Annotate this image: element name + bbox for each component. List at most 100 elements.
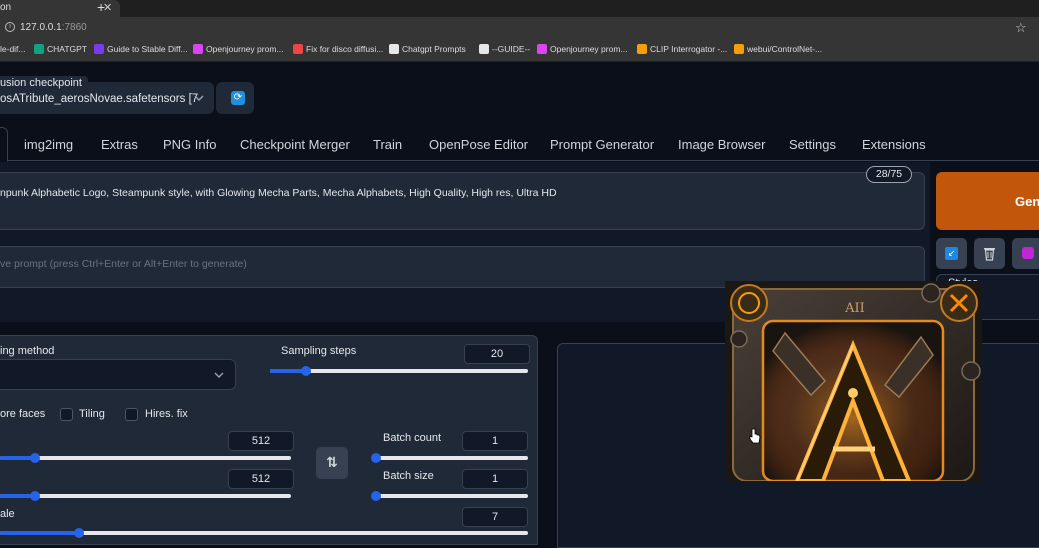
negative-prompt-placeholder: ve prompt (press Ctrl+Enter or Alt+Enter… [0,258,247,270]
tab-image-browser[interactable]: Image Browser [678,137,765,152]
sampling-steps-input[interactable]: 20 [464,344,530,364]
height-slider[interactable] [0,491,291,501]
cfg-scale-slider[interactable] [0,528,528,538]
style-button[interactable] [1012,238,1039,269]
width-slider[interactable] [0,453,291,463]
bookmark-item[interactable]: --GUIDE-- [479,44,530,54]
bookmark-item[interactable]: Openjourney prom... [537,44,627,54]
batch-size-slider[interactable] [371,491,528,501]
generation-settings-panel: ing method Sampling steps 20 ore faces T… [0,335,538,545]
tiling-label: Tiling [79,408,105,420]
prompt-textarea[interactable]: npunk Alphabetic Logo, Steampunk style, … [0,172,925,230]
slider-thumb[interactable] [74,528,84,538]
batch-size-input[interactable]: 1 [462,469,528,489]
hires-fix-checkbox[interactable] [125,408,138,421]
token-counter: 28/75 [866,166,912,183]
new-tab-button[interactable]: + [97,0,105,15]
output-image-text: AII [844,301,865,316]
address-bar[interactable]: i 127.0.0.1:7860 ☆ [0,17,1039,40]
bookmark-item[interactable]: Guide to Stable Diff... [94,44,188,54]
bookmark-label: Chatgpt Prompts [402,44,466,54]
chatgpt-icon [34,44,44,54]
sampling-steps-label: Sampling steps [281,345,357,357]
youtube-icon [293,44,303,54]
sampling-method-dropdown[interactable] [0,359,236,390]
clear-prompt-button[interactable] [974,238,1005,269]
generate-button[interactable]: Gene [936,172,1039,230]
bookmark-item[interactable]: CHATGPT [34,44,87,54]
browser-tab-title: on [0,2,12,13]
address-port: :7860 [61,22,87,33]
style-icon [1022,247,1034,259]
sampling-method-label: ing method [0,345,55,357]
slider-thumb[interactable] [371,453,381,463]
bookmarks-bar: le-dif... CHATGPT Guide to Stable Diff... O… [0,40,1039,62]
tab-img2img[interactable]: img2img [24,137,73,152]
slider-thumb[interactable] [301,366,311,376]
tab-extras[interactable]: Extras [101,137,138,152]
steampunk-logo-image: AII [725,281,982,481]
refresh-icon[interactable]: ⟳ [231,91,245,105]
tab-checkpoint-merger[interactable]: Checkpoint Merger [240,137,350,152]
tiling-checkbox[interactable] [60,408,73,421]
info-icon[interactable]: i [5,22,15,32]
tab-openpose-editor[interactable]: OpenPose Editor [429,137,528,152]
bookmark-label: le-dif... [0,44,26,54]
bookmark-label: CHATGPT [47,44,87,54]
main-tabs: img2img Extras PNG Info Checkpoint Merger Tr… [0,127,1039,162]
bookmark-item[interactable]: le-dif... [0,44,26,54]
bookmark-item[interactable]: CLIP Interrogator -... [637,44,727,54]
bookmark-item[interactable]: Openjourney prom... [193,44,283,54]
cfg-scale-label: ale [0,508,15,520]
huggingface-icon [734,44,744,54]
paste-icon: ↙ [945,247,958,260]
bookmark-item[interactable]: Fix for disco diffusi... [293,44,383,54]
tab-png-info[interactable]: PNG Info [163,137,216,152]
address-host: 127.0.0.1 [20,22,62,33]
restore-faces-label: ore faces [0,408,46,420]
bookmark-label: Guide to Stable Diff... [107,44,188,54]
swap-dimensions-button[interactable]: ⇅ [316,447,348,479]
paste-button[interactable]: ↙ [936,238,967,269]
openjourney-icon [537,44,547,54]
generate-label: Gene [1015,194,1039,209]
mouse-cursor-icon [749,428,761,444]
bookmark-label: CLIP Interrogator -... [650,44,728,54]
batch-size-label: Batch size [383,470,434,482]
slider-thumb[interactable] [30,453,40,463]
address-text[interactable]: 127.0.0.1:7860 [20,22,87,33]
slider-thumb[interactable] [30,491,40,501]
width-input[interactable]: 512 [228,431,294,451]
tab-prompt-generator[interactable]: Prompt Generator [550,137,654,152]
checkpoint-value: osATribute_aerosNovae.safetensors [7 [0,93,199,105]
refresh-checkpoint-container: ⟳ [216,82,254,114]
bookmark-label: --GUIDE-- [492,44,531,54]
batch-count-input[interactable]: 1 [462,431,528,451]
stability-icon [94,44,104,54]
slider-thumb[interactable] [371,491,381,501]
tab-extensions[interactable]: Extensions [862,137,926,152]
hires-fix-label: Hires. fix [145,408,188,420]
bookmark-star-icon[interactable]: ☆ [1015,20,1027,36]
openjourney-icon [193,44,203,54]
bookmark-item[interactable]: Chatgpt Prompts [389,44,466,54]
github-icon [389,44,399,54]
bookmark-label: Openjourney prom... [550,44,628,54]
bookmark-item[interactable]: webui/ControlNet-... [734,44,822,54]
chevron-down-icon [194,95,204,101]
tab-txt2img[interactable] [0,127,8,162]
tab-train[interactable]: Train [373,137,402,152]
sampling-steps-slider[interactable] [270,366,528,376]
trash-icon [984,248,995,261]
tab-settings[interactable]: Settings [789,137,836,152]
slider-fill [0,531,79,535]
cfg-scale-input[interactable]: 7 [462,507,528,527]
batch-count-slider[interactable] [371,453,528,463]
prompt-text: npunk Alphabetic Logo, Steampunk style, … [0,187,557,199]
chevron-down-icon [214,372,224,378]
generated-image[interactable]: AII [725,281,982,481]
height-input[interactable]: 512 [228,469,294,489]
checkpoint-label: usion checkpoint [0,76,88,90]
reddit-r-icon [479,44,489,54]
bookmark-label: webui/ControlNet-... [747,44,823,54]
